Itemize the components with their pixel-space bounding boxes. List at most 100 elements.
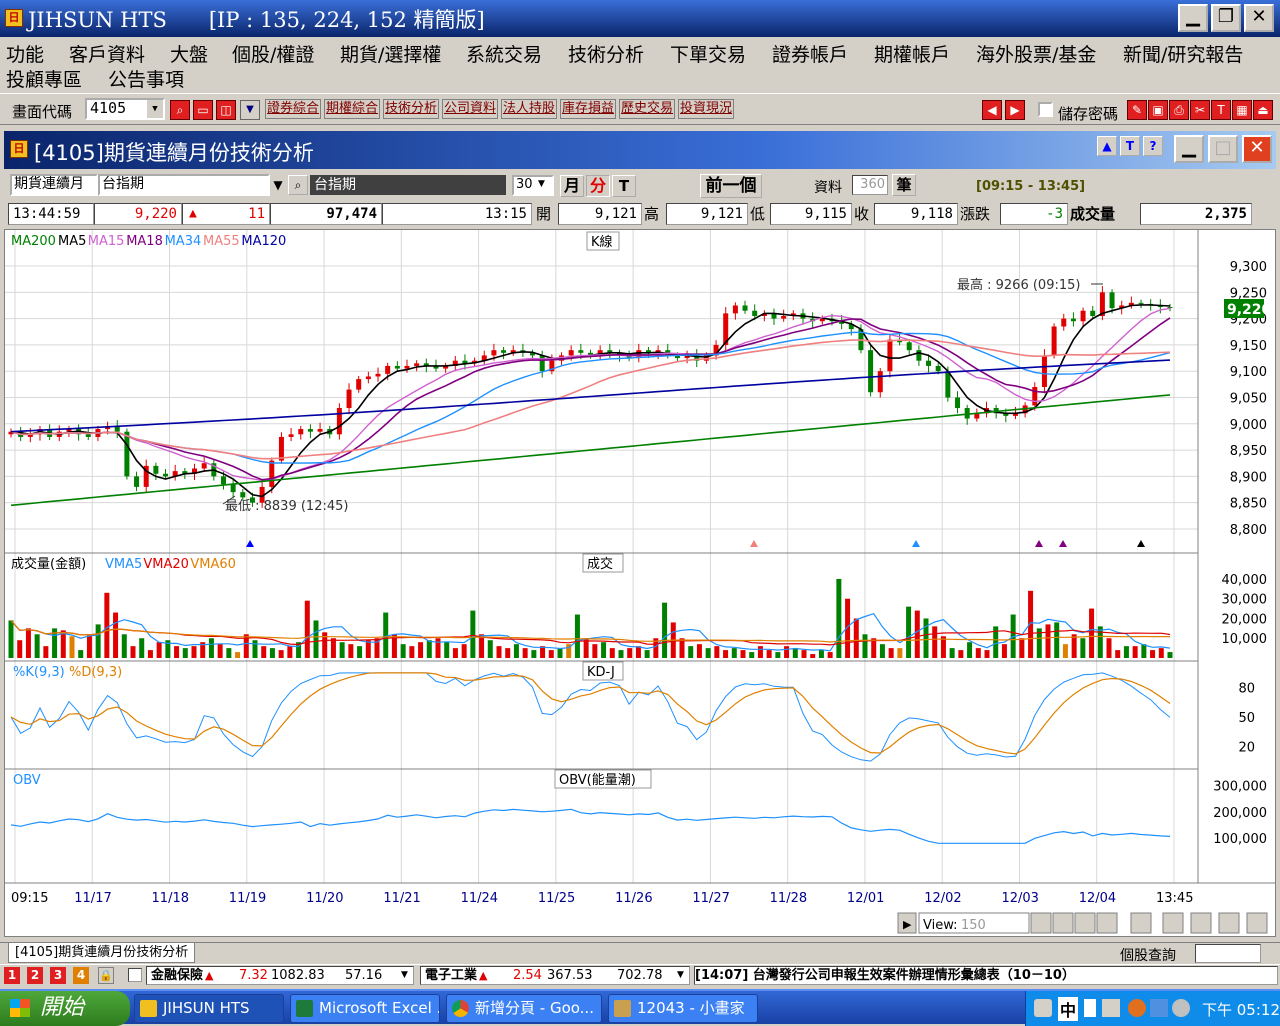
count-unit-button[interactable]: 筆: [892, 174, 916, 196]
text-t-icon[interactable]: T: [1120, 136, 1140, 156]
arrow-left-icon[interactable]: ◀: [982, 100, 1002, 120]
menu-advisory[interactable]: 投顧專區: [6, 65, 82, 92]
search-icon[interactable]: ⌕: [288, 175, 308, 195]
previous-button[interactable]: 前一個: [700, 174, 762, 198]
print-icon[interactable]: ⎙: [1169, 100, 1189, 120]
page-2-button[interactable]: 2: [27, 967, 43, 984]
menu-customer[interactable]: 客戶資料: [69, 40, 145, 67]
text-icon[interactable]: T: [1211, 100, 1231, 120]
network-icon[interactable]: [1150, 999, 1168, 1017]
lock-icon[interactable]: 🔒: [98, 967, 114, 984]
pan-icon[interactable]: [1074, 912, 1096, 934]
task-paint[interactable]: 12043 - 小畫家: [608, 994, 758, 1023]
arrow-right-icon[interactable]: ▶: [1005, 100, 1025, 120]
menu-system-trade[interactable]: 系統交易: [466, 40, 542, 67]
zoom-in-icon[interactable]: [1030, 912, 1052, 934]
quick-company[interactable]: 公司資料: [442, 99, 499, 119]
quick-futures-overview[interactable]: 期權綜合: [324, 99, 381, 119]
minimize-button[interactable]: ▁: [1178, 4, 1208, 32]
chevron-down-icon[interactable]: ▼: [401, 967, 408, 984]
ticker-checkbox[interactable]: [128, 968, 142, 982]
save-password-checkbox[interactable]: [1038, 102, 1053, 117]
chevron-down-icon[interactable]: ▼: [677, 967, 684, 984]
candle-body: [288, 434, 294, 437]
task-chrome[interactable]: 新增分頁 - Goo...: [446, 994, 602, 1023]
menu-function[interactable]: 功能: [6, 40, 44, 67]
menu-securities-account[interactable]: 證券帳戶: [772, 40, 848, 67]
child-close-button[interactable]: ✕: [1242, 135, 1272, 163]
chart-area[interactable]: 9,300 9,250 9,200 9,150 9,100 9,050 9,000 8,950…: [4, 229, 1276, 937]
quick-history[interactable]: 歷史交易: [619, 99, 676, 119]
quick-inventory-pl[interactable]: 庫存損益: [560, 99, 617, 119]
screen-code-combo[interactable]: 4105 ▼: [85, 98, 165, 120]
copy-icon[interactable]: [1162, 912, 1184, 934]
chevron-down-icon[interactable]: ▼: [270, 175, 286, 195]
child-window-title-bar[interactable]: 日 [4105]期貨連續月份技術分析 ▲ T ? ▁ □ ✕: [4, 131, 1276, 169]
child-minimize-button[interactable]: ▁: [1174, 135, 1204, 163]
ime-menu-icon[interactable]: [1102, 999, 1120, 1017]
settings-icon[interactable]: [1246, 912, 1268, 934]
child-maximize-button[interactable]: □: [1208, 135, 1238, 163]
month-button[interactable]: 月: [560, 175, 584, 197]
exit-icon[interactable]: ⏏: [1253, 100, 1273, 120]
menu-overseas[interactable]: 海外股票/基金: [976, 40, 1096, 67]
data-count-field[interactable]: 360: [852, 175, 888, 195]
restore-button[interactable]: ❐: [1211, 4, 1241, 32]
candle-body: [220, 476, 226, 485]
volume-icon[interactable]: [1172, 999, 1190, 1017]
minute-button[interactable]: 分: [586, 175, 610, 197]
stock-query-input[interactable]: [1195, 944, 1261, 963]
task-jihsun[interactable]: JIHSUN HTS: [134, 994, 284, 1023]
period-combo[interactable]: 30 ▼: [512, 175, 554, 196]
start-button[interactable]: 開始: [0, 991, 130, 1026]
page-3-button[interactable]: 3: [50, 967, 66, 984]
grid-icon[interactable]: ▦: [1232, 100, 1252, 120]
candle-body: [1041, 355, 1047, 387]
product-type-field[interactable]: 期貨連續月: [10, 174, 98, 196]
tick-button[interactable]: T: [612, 175, 636, 197]
menu-technical[interactable]: 技術分析: [568, 40, 644, 67]
news-ticker[interactable]: [14:07] 台灣發行公司申報生效案件辦理情形彙總表（10－10）: [694, 966, 1278, 985]
chevron-down-icon[interactable]: ▼: [147, 100, 163, 118]
chevron-down-icon[interactable]: ▼: [538, 177, 552, 192]
help-icon[interactable]: ?: [1143, 136, 1163, 156]
menu-stock-warrant[interactable]: 個股/權證: [232, 40, 314, 67]
ime-indicator[interactable]: 中: [1058, 997, 1079, 1021]
chart-icon[interactable]: ◫: [216, 100, 236, 120]
quick-institutional[interactable]: 法人持股: [501, 99, 558, 119]
tray-arrow-icon[interactable]: [1128, 999, 1146, 1017]
quick-securities-overview[interactable]: 證券綜合: [265, 99, 322, 119]
menu-announce[interactable]: 公告事項: [108, 65, 184, 92]
menu-market[interactable]: 大盤: [170, 40, 208, 67]
page-4-button[interactable]: 4: [73, 967, 89, 984]
task-excel[interactable]: Microsoft Excel ...: [290, 994, 440, 1023]
ticker-item-electronics[interactable]: 電子工業 ▲ 2.54 367.53 702.78 ▼: [420, 966, 690, 985]
quick-investment-status[interactable]: 投資現況: [678, 99, 735, 119]
chart-canvas[interactable]: 9,3009,2509,2009,1509,1009,0509,0008,950…: [5, 230, 1275, 936]
window-icon[interactable]: ▣: [1148, 100, 1168, 120]
folder-icon[interactable]: ▭: [193, 100, 213, 120]
tab-4105[interactable]: [4105]期貨連續月份技術分析: [8, 943, 196, 963]
window-title-bar[interactable]: 日 JIHSUN HTS [IP : 135, 224, 152 精簡版] ▁ …: [0, 0, 1280, 37]
refresh-icon[interactable]: [1096, 912, 1118, 934]
layout-icon[interactable]: [1190, 912, 1212, 934]
up-icon[interactable]: ▲: [1097, 136, 1117, 156]
zoom-out-icon[interactable]: [1052, 912, 1074, 934]
symbol-field[interactable]: 台指期: [98, 174, 270, 196]
page-1-button[interactable]: 1: [4, 967, 20, 984]
quick-technical[interactable]: 技術分析: [383, 99, 440, 119]
keyboard-icon[interactable]: [1034, 999, 1052, 1017]
ticker-item-finance[interactable]: 金融保險 ▲ 7.32 1082.83 57.16 ▼: [146, 966, 414, 985]
edit-icon[interactable]: ✎: [1127, 100, 1147, 120]
menu-news[interactable]: 新聞/研究報告: [1123, 40, 1243, 67]
ime-shape-icon[interactable]: [1084, 999, 1096, 1017]
menu-futures-account[interactable]: 期權帳戶: [874, 40, 950, 67]
dropdown-icon[interactable]: ▼: [240, 100, 260, 120]
tool-icon[interactable]: ✂: [1190, 100, 1210, 120]
menu-futures-options[interactable]: 期貨/選擇權: [340, 40, 441, 67]
close-button[interactable]: ✕: [1244, 4, 1274, 32]
menu-order[interactable]: 下單交易: [670, 40, 746, 67]
draw-icon[interactable]: [1218, 912, 1240, 934]
indicator-icon[interactable]: [1130, 912, 1152, 934]
search-icon[interactable]: ⌕: [170, 100, 190, 120]
